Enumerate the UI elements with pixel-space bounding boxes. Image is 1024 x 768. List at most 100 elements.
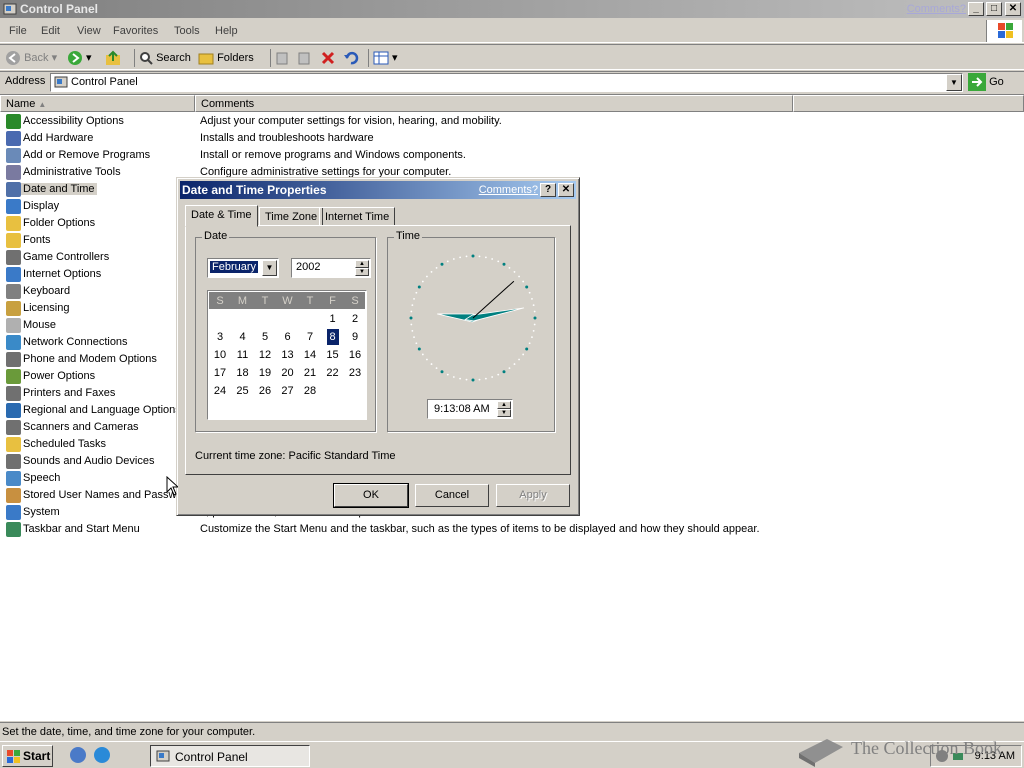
column-header-name[interactable]: Name ▲	[0, 95, 195, 112]
calendar-day[interactable]: 26	[254, 383, 276, 399]
calendar-day[interactable]: 5	[254, 329, 276, 345]
calendar-day[interactable]: 12	[254, 347, 276, 363]
maximize-button[interactable]: □	[986, 2, 1002, 16]
quicklaunch-desktop-icon[interactable]	[70, 747, 86, 763]
item-icon	[6, 267, 21, 282]
clock-tick	[430, 363, 433, 365]
clock-tick	[531, 297, 533, 300]
menu-edit[interactable]: Edit	[41, 25, 60, 37]
control-panel-icon	[156, 750, 170, 762]
go-button[interactable]: Go	[968, 72, 1004, 92]
start-button[interactable]: Start	[2, 745, 53, 767]
month-dropdown-arrow-icon[interactable]: ▼	[262, 260, 277, 276]
clock-tick	[459, 256, 462, 259]
forward-button[interactable]: ▾	[67, 49, 92, 67]
menu-favorites[interactable]: Favorites	[113, 25, 158, 37]
calendar-day[interactable]: 24	[209, 383, 231, 399]
year-up-icon[interactable]: ▲	[355, 260, 369, 268]
weekday-header: S	[216, 295, 224, 307]
dialog-comments-link[interactable]: Comments?	[479, 184, 538, 196]
taskbar-control-panel-button[interactable]: Control Panel	[150, 745, 310, 767]
clock-tick	[528, 291, 531, 294]
calendar-day[interactable]: 4	[232, 329, 254, 345]
item-name: Scanners and Cameras	[23, 421, 139, 433]
menu-view[interactable]: View	[77, 25, 101, 37]
column-header-comments[interactable]: Comments	[195, 95, 793, 112]
date-group: Date February ▼ 2002 ▲ ▼ SMTWTFS 1234567…	[195, 230, 376, 432]
calendar-day[interactable]: 13	[277, 347, 299, 363]
tab-date-time[interactable]: Date & Time	[185, 205, 258, 227]
quicklaunch-ie-icon[interactable]	[94, 747, 110, 763]
item-name: Power Options	[23, 370, 96, 382]
views-button[interactable]: ▾	[368, 49, 398, 67]
year-down-icon[interactable]: ▼	[355, 268, 369, 276]
apply-button[interactable]: Apply	[496, 484, 570, 507]
clock-tick	[491, 376, 494, 378]
window-title-bar[interactable]: Control Panel Comments? _ □ ✕	[0, 0, 1024, 18]
menu-help[interactable]: Help	[215, 25, 238, 37]
folders-button[interactable]: Folders	[198, 49, 254, 67]
calendar-day[interactable]: 28	[299, 383, 321, 399]
item-icon	[6, 114, 21, 129]
undo-button[interactable]	[343, 49, 359, 67]
address-input[interactable]: Control Panel ▼	[50, 73, 963, 92]
clock-tick	[513, 363, 516, 365]
calendar-day[interactable]: 8	[326, 329, 339, 345]
calendar-day[interactable]: 2	[344, 311, 366, 327]
time-down-icon[interactable]: ▼	[497, 409, 511, 417]
calendar-day[interactable]: 23	[344, 365, 366, 381]
clock-tick	[525, 347, 529, 351]
minimize-button[interactable]: _	[968, 2, 984, 16]
back-button[interactable]: Back ▾	[5, 49, 57, 67]
calendar-day[interactable]: 21	[299, 365, 321, 381]
dialog-close-button[interactable]: ✕	[558, 183, 574, 197]
address-dropdown-button[interactable]: ▼	[946, 74, 962, 91]
list-item[interactable]: Accessibility Options Adjust your compute…	[0, 113, 1020, 130]
ok-button[interactable]: OK	[333, 483, 409, 508]
item-name: Mouse	[23, 319, 57, 331]
year-stepper[interactable]: 2002 ▲ ▼	[291, 258, 371, 278]
calendar-day[interactable]: 17	[209, 365, 231, 381]
calendar-day[interactable]: 27	[277, 383, 299, 399]
list-item[interactable]: Add or Remove Programs Install or remove …	[0, 147, 1020, 164]
calendar-day[interactable]: 25	[232, 383, 254, 399]
clock-tick	[513, 271, 516, 273]
time-up-icon[interactable]: ▲	[497, 401, 511, 409]
dialog-title-bar[interactable]: Date and Time Properties Comments? ? ✕	[180, 181, 576, 199]
calendar-day[interactable]: 9	[344, 329, 366, 345]
weekday-header: W	[282, 295, 293, 307]
calendar[interactable]: SMTWTFS 1 2 3 4 5 6 7 8 9 10 11 12 13 14 15 16 17 18 19 20 2…	[207, 290, 367, 420]
calendar-day[interactable]: 3	[209, 329, 231, 345]
search-button[interactable]: Search	[134, 49, 191, 67]
copy-to-button[interactable]	[295, 49, 311, 67]
calendar-day[interactable]: 15	[322, 347, 344, 363]
month-select[interactable]: February ▼	[207, 258, 279, 278]
cancel-button[interactable]: Cancel	[415, 484, 489, 507]
calendar-day[interactable]: 16	[344, 347, 366, 363]
list-item[interactable]: Taskbar and Start Menu Customize the Star…	[0, 521, 1020, 538]
calendar-day[interactable]: 7	[299, 329, 321, 345]
calendar-day[interactable]: 20	[277, 365, 299, 381]
calendar-day[interactable]: 22	[322, 365, 344, 381]
back-label: Back	[24, 52, 49, 64]
calendar-day[interactable]: 6	[277, 329, 299, 345]
menu-tools[interactable]: Tools	[174, 25, 200, 37]
menu-file[interactable]: File	[9, 25, 27, 37]
list-item[interactable]: Add Hardware Installs and troubleshoots h…	[0, 130, 1020, 147]
tab-internet-time[interactable]: Internet Time	[319, 207, 396, 226]
close-button[interactable]: ✕	[1005, 2, 1021, 16]
delete-icon	[321, 52, 335, 65]
up-folder-button[interactable]	[105, 49, 121, 67]
calendar-day[interactable]: 14	[299, 347, 321, 363]
comments-link[interactable]: Comments?	[907, 3, 966, 15]
calendar-day[interactable]: 1	[322, 311, 344, 327]
calendar-day[interactable]: 19	[254, 365, 276, 381]
calendar-day[interactable]: 11	[232, 347, 254, 363]
time-input[interactable]: 9:13:08 AM ▲ ▼	[427, 399, 513, 419]
delete-button[interactable]	[320, 49, 336, 67]
dialog-help-button[interactable]: ?	[540, 183, 556, 197]
calendar-day[interactable]: 10	[209, 347, 231, 363]
calendar-day[interactable]: 18	[232, 365, 254, 381]
tab-time-zone[interactable]: Time Zone	[259, 207, 324, 226]
move-to-button[interactable]	[270, 49, 291, 67]
